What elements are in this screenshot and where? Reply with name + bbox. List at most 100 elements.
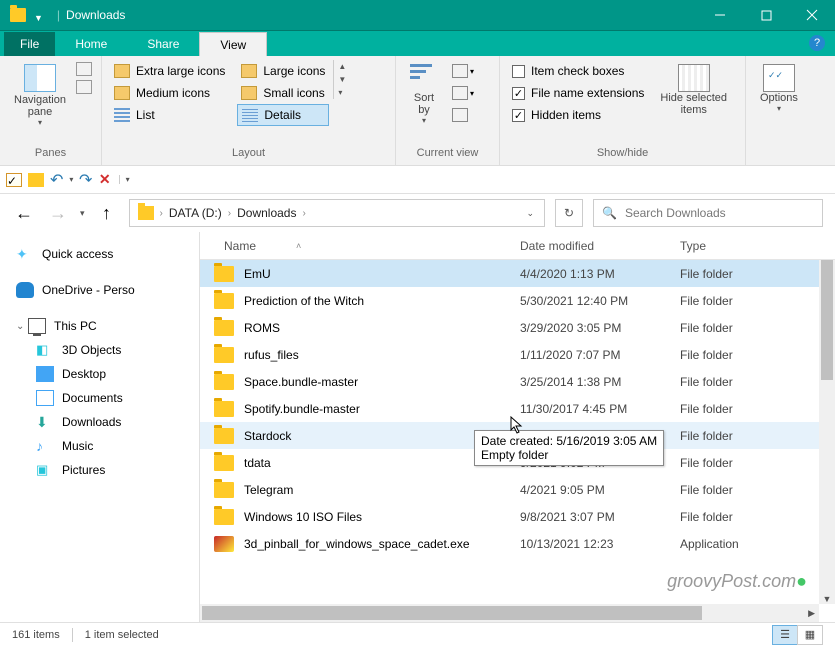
folder-icon xyxy=(214,509,234,525)
thispc-label: This PC xyxy=(54,319,97,333)
layout-details[interactable]: Details xyxy=(237,104,329,126)
layout-medium[interactable]: Medium icons xyxy=(110,82,229,104)
col-type[interactable]: Type xyxy=(670,239,770,253)
file-row[interactable]: rufus_files1/11/2020 7:07 PMFile folder xyxy=(200,341,835,368)
watermark: groovyPost.com● xyxy=(667,571,807,592)
redo-button[interactable]: ↶ xyxy=(79,170,92,190)
file-row[interactable]: ROMS3/29/2020 3:05 PMFile folder xyxy=(200,314,835,341)
file-extensions-toggle[interactable]: ✓File name extensions xyxy=(508,82,648,104)
options-button[interactable]: Options ▾ xyxy=(754,60,804,117)
sidebar-item-downloads[interactable]: ⬇Downloads xyxy=(16,410,199,434)
current-view-group-label: Current view xyxy=(404,145,491,161)
sidebar-item-pictures[interactable]: ▣Pictures xyxy=(16,458,199,482)
breadcrumb-sep-icon[interactable]: › xyxy=(226,208,233,219)
forward-button[interactable]: → xyxy=(46,203,70,224)
file-name: Windows 10 ISO Files xyxy=(244,510,520,524)
file-row[interactable]: Prediction of the Witch5/30/2021 12:40 P… xyxy=(200,287,835,314)
qat-properties-button[interactable]: ✓ xyxy=(6,173,22,187)
file-name: 3d_pinball_for_windows_space_cadet.exe xyxy=(244,537,520,551)
vertical-scrollbar[interactable]: ▲ ▼ xyxy=(819,260,835,604)
layout-scroll-down[interactable]: ▼ xyxy=(336,73,348,86)
breadcrumb-seg-1[interactable]: Downloads xyxy=(233,206,300,220)
item-checkboxes-toggle[interactable]: Item check boxes xyxy=(508,60,648,82)
scroll-down-icon[interactable]: ▼ xyxy=(819,594,835,604)
sort-by-button[interactable]: Sort by ▾ xyxy=(404,60,444,129)
folder-icon xyxy=(214,374,234,390)
large-icons-view-button[interactable]: ▦ xyxy=(797,625,823,645)
refresh-button[interactable]: ↻ xyxy=(555,199,583,227)
file-row[interactable]: 3d_pinball_for_windows_space_cadet.exe10… xyxy=(200,530,835,557)
layout-extra-large[interactable]: Extra large icons xyxy=(110,60,229,82)
main-area: ✦Quick access OneDrive - Perso ⌄This PC … xyxy=(0,232,835,622)
folder-icon xyxy=(214,347,234,363)
size-columns-button[interactable] xyxy=(448,104,478,126)
group-by-button[interactable]: ▾ xyxy=(448,82,478,104)
sort-by-label: Sort by xyxy=(414,92,434,116)
address-dropdown-icon[interactable]: ⌄ xyxy=(526,208,534,219)
search-input[interactable]: 🔍 Search Downloads xyxy=(593,199,823,227)
file-type: File folder xyxy=(680,483,780,497)
expand-icon[interactable]: ⌄ xyxy=(16,321,28,332)
col-name[interactable]: Name˄ xyxy=(214,239,510,253)
maximize-button[interactable] xyxy=(743,0,789,30)
desktop-icon xyxy=(36,366,54,382)
col-date[interactable]: Date modified xyxy=(510,239,670,253)
file-row[interactable]: Telegram4/2021 9:05 PMFile folder xyxy=(200,476,835,503)
navigation-pane-button[interactable]: Navigation pane ▾ xyxy=(8,60,72,131)
sidebar-item-quickaccess[interactable]: ✦Quick access xyxy=(16,242,199,266)
layout-small[interactable]: Small icons xyxy=(237,82,329,104)
preview-pane-button[interactable] xyxy=(76,62,92,76)
details-view-button[interactable]: ☰ xyxy=(772,625,798,645)
layout-scroll-more[interactable]: ▾ xyxy=(336,86,348,99)
tab-home-label: Home xyxy=(75,37,107,51)
breadcrumb-seg-0[interactable]: DATA (D:) xyxy=(165,206,226,220)
layout-list[interactable]: List xyxy=(110,104,229,126)
sidebar-item-desktop[interactable]: Desktop xyxy=(16,362,199,386)
help-button[interactable]: ? xyxy=(809,35,825,51)
layout-large[interactable]: Large icons xyxy=(237,60,329,82)
sidebar-item-documents[interactable]: Documents xyxy=(16,386,199,410)
exe-icon xyxy=(214,536,234,552)
qat-dropdown[interactable]: ▾ xyxy=(119,175,130,184)
close-button[interactable] xyxy=(789,0,835,30)
breadcrumb-sep-icon[interactable]: › xyxy=(300,208,307,219)
hidden-items-toggle[interactable]: ✓Hidden items xyxy=(508,104,648,126)
cube-icon: ◧ xyxy=(36,342,54,358)
undo-button[interactable]: ↶ xyxy=(50,170,63,190)
scroll-right-icon[interactable]: ▶ xyxy=(804,604,819,622)
file-date: 9/8/2021 3:07 PM xyxy=(520,510,680,524)
address-bar[interactable]: › DATA (D:) › Downloads › ⌄ xyxy=(129,199,545,227)
minimize-button[interactable] xyxy=(697,0,743,30)
sidebar-item-music[interactable]: ♪Music xyxy=(16,434,199,458)
sidebar-item-thispc[interactable]: ⌄ This PC xyxy=(16,314,199,338)
folder-icon xyxy=(214,455,234,471)
scrollbar-thumb-h[interactable] xyxy=(202,606,702,620)
file-row[interactable]: EmU4/4/2020 1:13 PMFile folder xyxy=(200,260,835,287)
details-pane-button[interactable] xyxy=(76,80,92,94)
back-button[interactable]: ← xyxy=(12,203,36,224)
up-button[interactable]: ↑ xyxy=(95,203,119,224)
undo-dropdown[interactable]: ▾ xyxy=(69,175,73,184)
layout-scroll-up[interactable]: ▲ xyxy=(336,60,348,73)
hide-selected-button[interactable]: Hide selected items xyxy=(654,60,733,120)
horizontal-scrollbar[interactable]: ◀ ▶ xyxy=(200,604,819,622)
sort-icon xyxy=(410,64,438,92)
titlebar-dropdown-icon[interactable]: ▼ xyxy=(34,13,43,23)
file-row[interactable]: Windows 10 ISO Files9/8/2021 3:07 PMFile… xyxy=(200,503,835,530)
col-date-label: Date modified xyxy=(520,239,594,253)
tab-share[interactable]: Share xyxy=(127,32,199,56)
file-date: 4/2021 9:05 PM xyxy=(520,483,680,497)
file-row[interactable]: Space.bundle-master3/25/2014 1:38 PMFile… xyxy=(200,368,835,395)
tab-view[interactable]: View xyxy=(199,32,267,56)
qat-new-folder-button[interactable] xyxy=(28,173,44,187)
sidebar-item-onedrive[interactable]: OneDrive - Perso xyxy=(16,278,199,302)
3dobjects-label: 3D Objects xyxy=(62,343,121,357)
breadcrumb-sep-icon[interactable]: › xyxy=(158,208,165,219)
history-dropdown[interactable]: ▾ xyxy=(80,208,85,219)
delete-button[interactable]: ✕ xyxy=(99,171,111,188)
sidebar-item-3dobjects[interactable]: ◧ 3D Objects xyxy=(16,338,199,362)
scrollbar-thumb[interactable] xyxy=(821,260,833,380)
tab-file[interactable]: File xyxy=(4,32,55,56)
add-columns-button[interactable]: ▾ xyxy=(448,60,478,82)
tab-home[interactable]: Home xyxy=(55,32,127,56)
